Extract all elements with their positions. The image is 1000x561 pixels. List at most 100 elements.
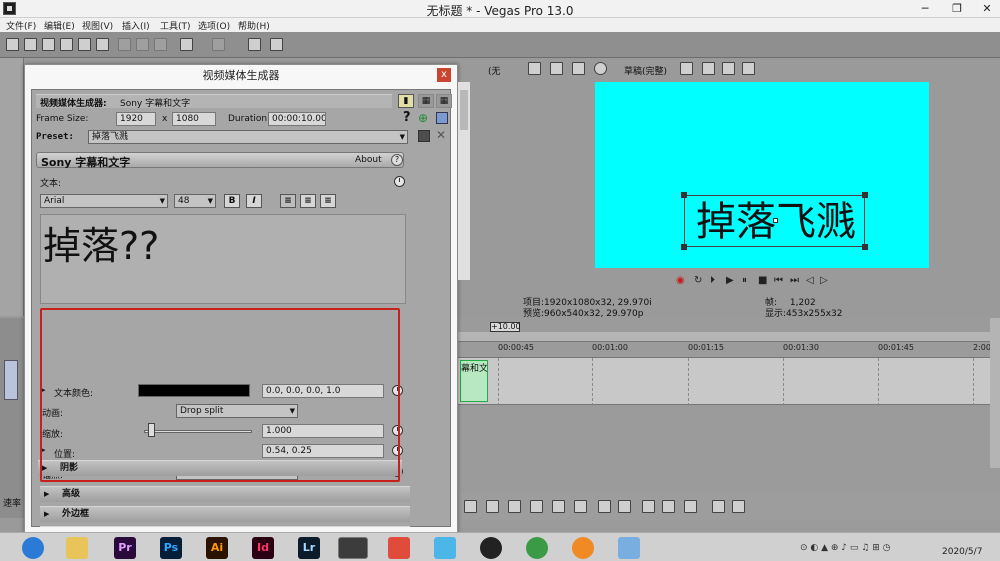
trim-end-icon[interactable] xyxy=(508,500,521,513)
lock-envelopes-icon[interactable] xyxy=(712,500,725,513)
preview-quality-select[interactable]: 草稿(完整) xyxy=(624,64,667,77)
snapping-icon[interactable] xyxy=(642,500,655,513)
marker-bar[interactable] xyxy=(458,332,990,342)
zoom-icon[interactable] xyxy=(464,500,477,513)
timeline-vertical-scrollbar[interactable] xyxy=(990,318,1000,468)
media-clip[interactable]: 幕和文 xyxy=(460,360,488,402)
frame-width-input[interactable]: 1920 xyxy=(116,112,156,126)
properties-icon[interactable] xyxy=(96,38,109,51)
video-track[interactable] xyxy=(458,357,990,406)
save-icon[interactable] xyxy=(418,130,430,142)
time-ruler[interactable]: 00:00:45 00:01:00 00:01:15 00:01:30 00:0… xyxy=(458,343,1000,357)
menu-insert[interactable]: 插入(I) xyxy=(122,19,150,32)
render-icon[interactable] xyxy=(78,38,91,51)
ignore-grouping-icon[interactable] xyxy=(732,500,745,513)
duration-input[interactable]: 00:00:10.00 xyxy=(268,112,326,126)
section-outline[interactable]: ▶ 外边框 xyxy=(40,506,410,522)
align-center-icon[interactable]: ≡ xyxy=(300,194,316,208)
loop-icon[interactable]: ↻ xyxy=(694,275,702,286)
menu-edit[interactable]: 编辑(E) xyxy=(44,19,75,32)
photoshop-icon[interactable]: Ps xyxy=(160,537,182,559)
copy-snapshot-icon[interactable] xyxy=(722,62,735,75)
lightroom-icon[interactable]: Lr xyxy=(298,537,320,559)
paste-icon[interactable] xyxy=(154,38,167,51)
align-right-icon[interactable]: ≡ xyxy=(320,194,336,208)
prev-frame-icon[interactable]: ◁ xyxy=(806,275,814,286)
open-folder-icon[interactable] xyxy=(24,38,37,51)
next-frame-icon[interactable]: ▷ xyxy=(820,275,828,286)
about-link[interactable]: About xyxy=(355,155,382,165)
text-selection-box[interactable] xyxy=(681,192,868,250)
illustrator-icon[interactable]: Ai xyxy=(206,537,228,559)
preview-properties-icon[interactable] xyxy=(528,62,541,75)
animate-icon[interactable] xyxy=(394,176,405,187)
menu-options[interactable]: 选项(O) xyxy=(198,19,230,32)
resize-handle[interactable] xyxy=(681,244,687,250)
dialog-scrollbar[interactable] xyxy=(458,82,470,280)
stop-icon[interactable]: ■ xyxy=(758,275,767,286)
section-advanced[interactable]: ▶ 高级 xyxy=(40,486,410,502)
menu-view[interactable]: 视图(V) xyxy=(82,19,113,32)
record-icon[interactable]: ◉ xyxy=(676,275,685,286)
go-to-start-icon[interactable]: ⏮ xyxy=(774,275,783,286)
cut-icon[interactable] xyxy=(118,38,131,51)
marker-icon[interactable] xyxy=(598,500,611,513)
fx-icon[interactable] xyxy=(572,62,585,75)
save-preset-icon[interactable] xyxy=(436,112,448,124)
dual-view-icon[interactable]: ▦ xyxy=(418,94,434,108)
go-to-end-icon[interactable]: ⏭ xyxy=(790,275,799,286)
pause-icon[interactable]: ⏸ xyxy=(742,275,747,286)
chrome-icon[interactable] xyxy=(526,537,548,559)
menu-help[interactable]: 帮助(H) xyxy=(238,19,270,32)
system-tray-icons[interactable]: ⊙ ◐ ▲ ⊕ ♪ ▭ ♫ ⊞ ◷ xyxy=(800,543,930,555)
plugin-chain-icon[interactable]: ⊕ xyxy=(418,112,430,124)
play-icon[interactable]: ▶ xyxy=(726,275,734,286)
menu-tools[interactable]: 工具(T) xyxy=(160,19,191,32)
minimize-icon[interactable]: ─ xyxy=(910,0,940,18)
play-from-start-icon[interactable]: ⏵ xyxy=(710,275,715,286)
overlays-icon[interactable] xyxy=(680,62,693,75)
menu-file[interactable]: 文件(F) xyxy=(6,19,36,32)
undo-icon[interactable] xyxy=(180,38,193,51)
center-handle[interactable] xyxy=(773,218,778,223)
file-explorer-icon[interactable] xyxy=(66,537,88,559)
close-icon[interactable]: x xyxy=(437,68,451,82)
save-snapshot-icon[interactable] xyxy=(742,62,755,75)
app-icon[interactable] xyxy=(434,537,456,559)
bold-button[interactable]: B xyxy=(224,194,240,208)
region-icon[interactable] xyxy=(618,500,631,513)
ripple-edit-icon[interactable] xyxy=(684,500,697,513)
app-icon[interactable] xyxy=(572,537,594,559)
app-icon[interactable] xyxy=(618,537,640,559)
track-header[interactable] xyxy=(4,360,18,400)
resize-handle[interactable] xyxy=(862,192,868,198)
font-size-select[interactable]: 48 xyxy=(174,194,216,208)
text-editor[interactable]: 掉落?? xyxy=(40,214,406,304)
plugin-help-icon[interactable]: ? xyxy=(391,154,403,166)
lock-icon[interactable] xyxy=(574,500,587,513)
close-icon[interactable]: ✕ xyxy=(972,0,1000,18)
vegas-taskbar-icon[interactable] xyxy=(338,537,368,559)
resize-handle[interactable] xyxy=(862,244,868,250)
split-screen-icon[interactable] xyxy=(594,62,607,75)
delete-preset-icon[interactable]: ✕ xyxy=(436,128,446,142)
single-view-icon[interactable]: ▮ xyxy=(398,94,414,108)
trim-start-icon[interactable] xyxy=(486,500,499,513)
redo-icon[interactable] xyxy=(212,38,225,51)
grid-icon[interactable] xyxy=(702,62,715,75)
font-select[interactable]: Arial xyxy=(40,194,168,208)
resize-handle[interactable] xyxy=(681,192,687,198)
save-as-icon[interactable] xyxy=(60,38,73,51)
premiere-icon[interactable]: Pr xyxy=(114,537,136,559)
restore-icon[interactable]: ❐ xyxy=(942,0,972,18)
align-left-icon[interactable]: ≡ xyxy=(280,194,296,208)
browser-icon[interactable] xyxy=(22,537,44,559)
section-shadow[interactable] xyxy=(40,526,410,527)
qq-icon[interactable] xyxy=(480,537,502,559)
grid-view-icon[interactable]: ▦ xyxy=(436,94,452,108)
auto-crossfade-icon[interactable] xyxy=(662,500,675,513)
italic-button[interactable]: I xyxy=(246,194,262,208)
copy-icon[interactable] xyxy=(136,38,149,51)
frame-height-input[interactable]: 1080 xyxy=(172,112,216,126)
external-monitor-icon[interactable] xyxy=(550,62,563,75)
